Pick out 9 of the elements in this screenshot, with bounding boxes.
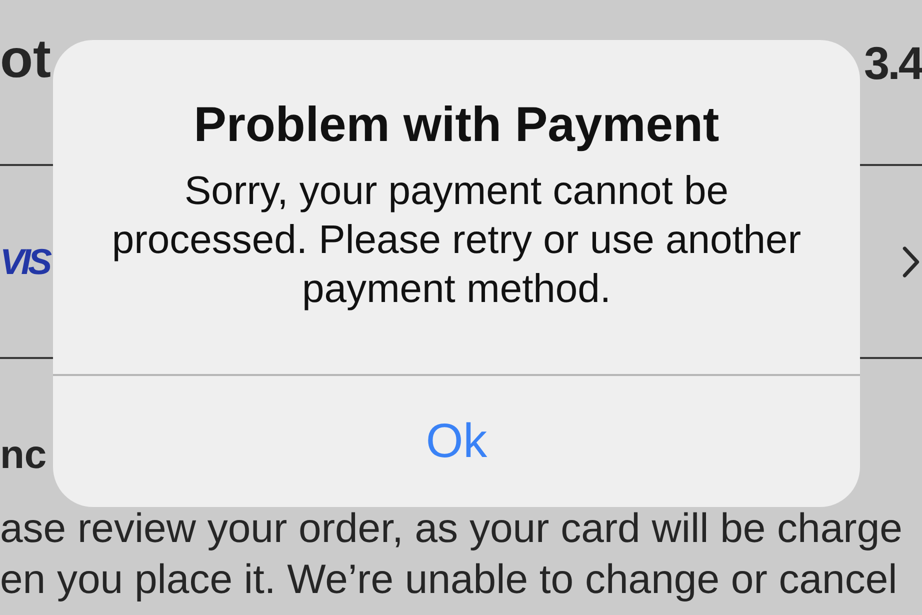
ok-button[interactable]: Ok — [53, 376, 860, 507]
summary-label: ot — [0, 28, 51, 90]
price-text: 3.4 — [864, 36, 922, 91]
alert-title: Problem with Payment — [194, 97, 720, 154]
chevron-right-icon — [902, 244, 920, 278]
alert-message: Sorry, your payment cannot be processed. Please retry or use another payment method. — [110, 168, 802, 313]
card-logo: VIS — [0, 240, 50, 284]
section-heading: nc — [0, 432, 47, 479]
notice-text: ase review your order, as your card will be charge en you place it. We’re unable to change or cancel — [0, 504, 902, 604]
